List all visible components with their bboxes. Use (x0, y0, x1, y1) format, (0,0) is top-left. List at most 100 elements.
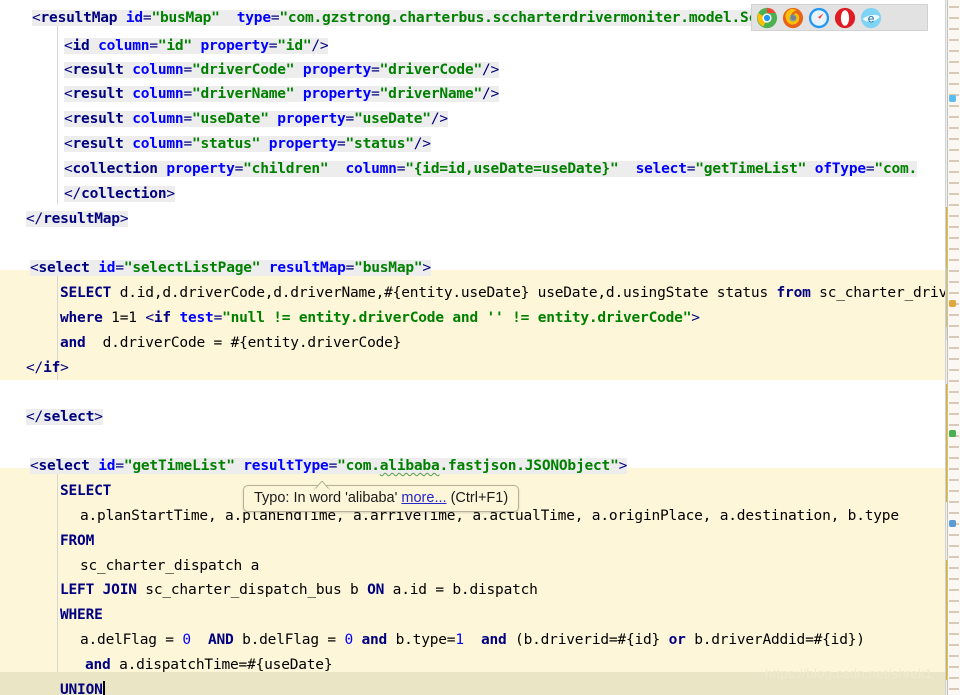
code-token: type (237, 10, 271, 26)
code-token: /> (482, 86, 499, 102)
line-content: <result column="driverCode" property="dr… (64, 62, 499, 78)
code-token: = (183, 136, 192, 152)
code-line[interactable]: </if> (0, 356, 945, 380)
code-token: AND (208, 632, 234, 648)
line-content: <result column="status" property="status… (64, 136, 431, 152)
line-content: UNION (60, 682, 105, 695)
explorer-icon[interactable]: e (860, 7, 882, 29)
code-line[interactable]: </collection> (0, 182, 945, 206)
code-token: WHERE (60, 607, 103, 623)
code-token: result (73, 62, 124, 78)
code-token: = (346, 260, 355, 276)
background-window-line (949, 402, 959, 404)
code-token: where (60, 310, 103, 326)
background-window-line (949, 545, 959, 547)
open-in-browser-popup[interactable]: e (751, 4, 928, 31)
background-window-line (949, 248, 959, 250)
line-content: LEFT JOIN sc_charter_dispatch_bus b ON a… (60, 582, 538, 598)
background-window-line (949, 380, 959, 382)
code-token: /> (414, 136, 431, 152)
code-token: collection (81, 186, 166, 202)
code-token (90, 38, 99, 54)
code-token: > (691, 310, 700, 326)
code-line[interactable]: LEFT JOIN sc_charter_dispatch_bus b ON a… (0, 578, 945, 602)
background-window-line (949, 490, 959, 492)
background-window-line (949, 270, 959, 272)
line-content: <collection property="children" column="… (64, 161, 917, 177)
code-token: UNION (60, 682, 103, 695)
code-token (619, 161, 636, 177)
tooltip-more-link[interactable]: more... (401, 490, 446, 506)
code-token: < (64, 161, 73, 177)
code-token (294, 86, 303, 102)
code-token: "com. (874, 161, 917, 177)
code-token: = (329, 458, 338, 474)
code-line[interactable]: <result column="status" property="status… (0, 132, 945, 156)
code-line[interactable]: </resultMap> (0, 207, 945, 231)
watermark-text: https://blog.csdn.net/shrek1 (765, 666, 932, 681)
safari-icon[interactable] (808, 7, 830, 29)
code-token: > (619, 458, 628, 474)
code-token: and (85, 657, 111, 673)
code-token: SELECT (60, 483, 111, 499)
code-editor[interactable]: <resultMap id="busMap" type="com.gzstron… (0, 0, 960, 695)
code-line[interactable]: <collection property="children" column="… (0, 157, 945, 181)
background-window-line (949, 611, 959, 613)
chrome-icon[interactable] (756, 7, 778, 29)
code-line[interactable]: <result column="useDate" property="useDa… (0, 107, 945, 131)
code-token: "null != entity.driverCode and '' != ent… (222, 310, 691, 326)
code-line[interactable]: <select id="selectListPage" resultMap="b… (0, 256, 945, 280)
code-token: resultType (243, 458, 328, 474)
code-token: property (166, 161, 234, 177)
code-token: result (73, 136, 124, 152)
background-window-line (949, 61, 959, 63)
code-token: > (60, 360, 69, 376)
code-token: property (201, 38, 269, 54)
code-token: "getTimeList" (124, 458, 235, 474)
inspection-tooltip[interactable]: Typo: In word 'alibaba' more... (Ctrl+F1… (243, 485, 519, 512)
code-token: a.dispatchTime=#{useDate} (111, 657, 333, 673)
tooltip-message: Typo: In word 'alibaba' (254, 490, 397, 506)
code-token: > (422, 260, 431, 276)
code-token (191, 632, 208, 648)
code-token: 1 (455, 632, 464, 648)
background-window-line (949, 138, 959, 140)
code-token: = (214, 310, 223, 326)
code-token: sc_charter_dispatch_bus b (137, 582, 367, 598)
code-token: sc_charter_driver (811, 285, 960, 301)
firefox-icon[interactable] (782, 7, 804, 29)
code-line[interactable]: <result column="driverCode" property="dr… (0, 58, 945, 82)
code-token: select (636, 161, 687, 177)
opera-icon[interactable] (834, 7, 856, 29)
line-content: <result column="driverName" property="dr… (64, 86, 499, 102)
code-line[interactable]: <select id="getTimeList" resultType="com… (0, 454, 945, 478)
code-line[interactable]: <id column="id" property="id"/> (0, 34, 945, 58)
code-token: "driverName" (192, 86, 294, 102)
text-caret (103, 681, 105, 695)
line-content: <select id="getTimeList" resultType="com… (30, 458, 627, 474)
code-line[interactable]: and d.driverCode = #{entity.driverCode} (0, 331, 945, 355)
background-window-line (949, 677, 959, 679)
line-content: FROM (60, 533, 94, 549)
code-line[interactable]: FROM (0, 529, 945, 553)
code-token: from (777, 285, 811, 301)
code-token (117, 10, 126, 26)
code-token: 0 (182, 632, 191, 648)
code-line[interactable]: where 1=1 <if test="null != entity.drive… (0, 306, 945, 330)
code-line[interactable]: a.delFlag = 0 AND b.delFlag = 0 and b.ty… (0, 628, 945, 652)
code-token: < (32, 10, 41, 26)
code-token: select (43, 409, 94, 425)
code-line[interactable]: </select> (0, 405, 945, 429)
code-line[interactable]: SELECT d.id,d.driverCode,d.driverName,#{… (0, 281, 945, 305)
line-content: SELECT d.id,d.driverCode,d.driverName,#{… (60, 285, 960, 301)
background-window-icon (949, 430, 956, 437)
code-token: > (94, 409, 103, 425)
code-token: test (179, 310, 213, 326)
code-line[interactable]: <result column="driverName" property="dr… (0, 82, 945, 106)
background-window-line (949, 226, 959, 228)
code-token: id (126, 10, 143, 26)
code-token: = (687, 161, 696, 177)
code-line[interactable]: WHERE (0, 603, 945, 627)
code-token: if (154, 310, 171, 326)
code-line[interactable]: sc_charter_dispatch a (0, 554, 945, 578)
